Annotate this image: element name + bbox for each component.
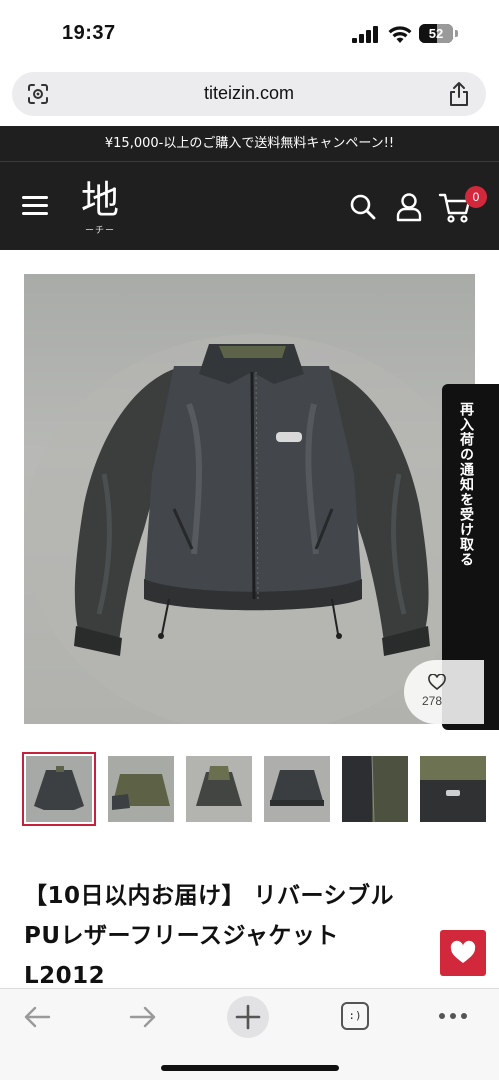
- home-indicator: [161, 1065, 339, 1071]
- add-to-wishlist-button[interactable]: [440, 930, 486, 976]
- promo-banner[interactable]: ¥15,000-以上のご購入で送料無料キャンペーン!!: [0, 126, 499, 162]
- forward-icon[interactable]: [128, 1003, 158, 1031]
- url-text[interactable]: titeizin.com: [12, 83, 486, 104]
- restock-notify-label: 再入荷の通知を受け取る: [458, 402, 474, 567]
- account-icon[interactable]: [395, 192, 423, 222]
- logo-kanji: 地: [80, 178, 119, 222]
- more-icon[interactable]: [438, 1011, 468, 1021]
- wifi-icon: [388, 26, 412, 43]
- new-tab-icon: [235, 1004, 261, 1030]
- site-logo[interactable]: 地 ーチー: [76, 178, 124, 236]
- product-title-line: 【10日以内お届け】 リバーシブル: [24, 883, 395, 909]
- wishlist-count: 278: [422, 694, 443, 708]
- product-main-image[interactable]: [24, 274, 475, 724]
- new-tab-button[interactable]: [227, 996, 269, 1038]
- product-title-line: PUレザーフリースジャケット: [24, 923, 339, 949]
- status-bar: 19:37 52: [0, 0, 499, 66]
- site-header: 地 ーチー: [0, 162, 499, 250]
- menu-icon[interactable]: [22, 196, 48, 216]
- battery-level: 52: [428, 26, 444, 41]
- jacket-photo: [24, 334, 475, 724]
- tabs-label: :): [348, 1009, 362, 1022]
- battery-icon: 52: [419, 24, 453, 43]
- wishlist-count-bubble[interactable]: 278: [404, 660, 484, 724]
- thumbnail[interactable]: [186, 756, 252, 822]
- thumbnail[interactable]: [342, 756, 408, 822]
- product-title: 【10日以内お届け】 リバーシブル PUレザーフリースジャケット L2012: [24, 876, 444, 996]
- status-time: 19:37: [62, 22, 116, 44]
- heart-icon: [450, 940, 476, 963]
- heart-outline-icon: [428, 674, 446, 690]
- signal-icon: [352, 26, 380, 43]
- thumbnail[interactable]: [22, 752, 96, 826]
- cart-count-badge: 0: [465, 186, 487, 208]
- address-bar[interactable]: titeizin.com: [12, 72, 486, 116]
- thumbnail-strip: [22, 752, 499, 836]
- back-icon[interactable]: [22, 1003, 52, 1031]
- logo-subtitle: ーチー: [84, 226, 115, 236]
- search-icon[interactable]: [349, 193, 377, 221]
- battery-nub: [455, 30, 458, 37]
- tabs-icon[interactable]: :): [341, 1002, 369, 1030]
- thumbnail[interactable]: [264, 756, 330, 822]
- thumbnail[interactable]: [108, 756, 174, 822]
- share-icon[interactable]: [448, 81, 470, 107]
- thumbnail[interactable]: [420, 756, 486, 822]
